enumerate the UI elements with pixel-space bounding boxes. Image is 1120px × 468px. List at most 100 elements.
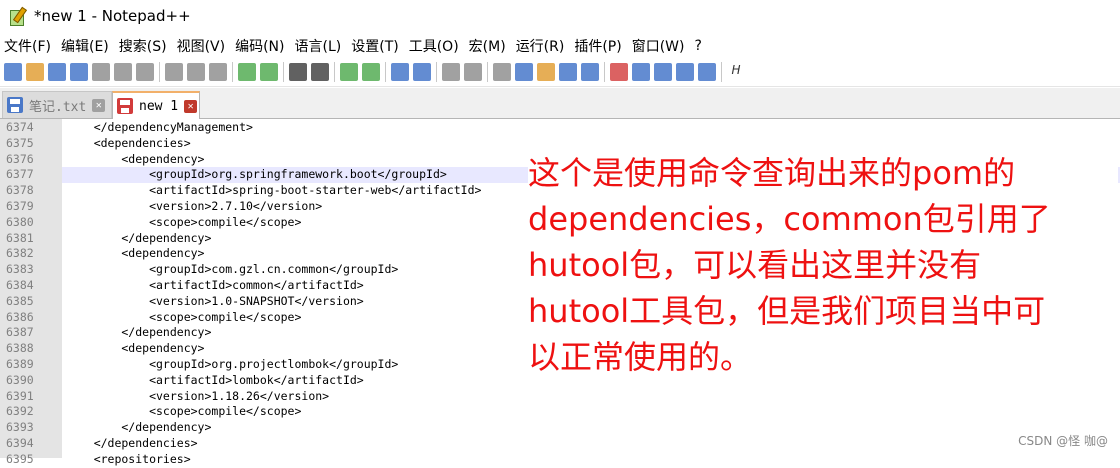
tab-label: 笔记.txt: [29, 99, 87, 115]
tab-label: new 1: [139, 98, 179, 114]
code-text: <version>2.7.10</version>: [66, 199, 323, 213]
line-number: 6382: [6, 246, 34, 261]
tab-bar: 笔记.txt ✕ new 1 ✕: [0, 88, 1120, 119]
redo-icon[interactable]: [260, 63, 278, 81]
annotation-line: hutool包，可以看出这里并没有: [528, 246, 982, 284]
paste-icon[interactable]: [209, 63, 227, 81]
menu-run[interactable]: 运行(R): [516, 36, 565, 56]
folder-workspace-icon[interactable]: [559, 63, 577, 81]
menu-file[interactable]: 文件(F): [4, 36, 51, 56]
menu-macro[interactable]: 宏(M): [469, 36, 506, 56]
find-icon[interactable]: [289, 63, 307, 81]
annotation-line: 以正常使用的。: [528, 338, 753, 376]
spell-check-icon[interactable]: H: [727, 63, 745, 81]
line-number: 6381: [6, 230, 34, 245]
tab-notes[interactable]: 笔记.txt ✕: [2, 91, 112, 118]
code-text: <groupId>org.projectlombok</groupId>: [66, 357, 399, 371]
watermark: CSDN @怪 咖@: [1018, 434, 1108, 448]
record-macro-icon[interactable]: [610, 63, 628, 81]
notepad-plus-plus-icon: [8, 6, 28, 26]
code-line[interactable]: 6391 <version>1.18.26</version>: [0, 389, 1120, 405]
code-line[interactable]: 6374 </dependencyManagement>: [0, 120, 1120, 136]
copy-icon[interactable]: [187, 63, 205, 81]
close-icon[interactable]: ✕: [184, 99, 198, 113]
toolbar-separator: [159, 62, 160, 82]
menu-tools[interactable]: 工具(O): [409, 36, 459, 56]
line-number: 6387: [6, 325, 34, 340]
run-macro-icon[interactable]: [676, 63, 694, 81]
floppy-red-icon: [117, 98, 133, 114]
menu-view[interactable]: 视图(V): [177, 36, 226, 56]
line-number: 6385: [6, 293, 34, 308]
code-text: </dependencies>: [66, 436, 198, 450]
menu-settings[interactable]: 设置(T): [351, 36, 398, 56]
toolbar-separator: [334, 62, 335, 82]
show-all-chars-icon[interactable]: [464, 63, 482, 81]
save-icon[interactable]: [48, 63, 66, 81]
sync-h-icon[interactable]: [413, 63, 431, 81]
toolbar-separator: [604, 62, 605, 82]
line-number: 6379: [6, 199, 34, 213]
code-text: <groupId>org.springframework.boot</group…: [66, 167, 447, 182]
line-number: 6393: [6, 420, 34, 435]
code-line[interactable]: 6395 <repositories>: [0, 452, 1120, 468]
code-text: <repositories>: [66, 451, 191, 466]
code-text: </dependency>: [66, 420, 212, 435]
cut-icon[interactable]: [165, 63, 183, 81]
save-macro-icon[interactable]: [698, 63, 716, 81]
close-icon[interactable]: ✕: [92, 98, 106, 112]
close-all-icon[interactable]: [114, 63, 132, 81]
line-number: 6375: [6, 135, 34, 150]
undo-icon[interactable]: [238, 63, 256, 81]
menu-search[interactable]: 搜索(S): [119, 36, 167, 56]
code-line[interactable]: 6393 </dependency>: [0, 420, 1120, 436]
menu-window[interactable]: 窗口(W): [632, 36, 685, 56]
code-text: </dependency>: [66, 230, 212, 245]
zoom-in-icon[interactable]: [340, 63, 358, 81]
zoom-out-icon[interactable]: [362, 63, 380, 81]
doc-map-icon[interactable]: [515, 63, 533, 81]
open-icon[interactable]: [26, 63, 44, 81]
toolbar-separator: [487, 62, 488, 82]
code-text: </dependency>: [66, 325, 212, 340]
line-number: 6389: [6, 357, 34, 371]
code-text: <artifactId>lombok</artifactId>: [66, 372, 364, 387]
menu-help[interactable]: ?: [695, 38, 702, 54]
title-bar: *new 1 - Notepad++: [0, 0, 1120, 32]
save-all-icon[interactable]: [70, 63, 88, 81]
line-number: 6388: [6, 341, 34, 356]
code-text: <groupId>com.gzl.cn.common</groupId>: [66, 262, 399, 277]
line-number: 6376: [6, 151, 34, 166]
menu-encoding[interactable]: 编码(N): [235, 36, 284, 56]
code-line[interactable]: 6392 <scope>compile</scope>: [0, 404, 1120, 420]
code-text: <dependency>: [66, 246, 205, 261]
toolbar-separator: [721, 62, 722, 82]
code-text: <dependency>: [66, 341, 205, 356]
new-icon[interactable]: [4, 63, 22, 81]
line-number: 6391: [6, 388, 34, 403]
line-number: 6392: [6, 404, 34, 419]
tab-new-1[interactable]: new 1 ✕: [112, 91, 200, 119]
replace-icon[interactable]: [311, 63, 329, 81]
code-text: <artifactId>spring-boot-starter-web</art…: [66, 183, 482, 198]
menu-language[interactable]: 语言(L): [295, 36, 342, 56]
play-macro-icon[interactable]: [654, 63, 672, 81]
code-text: <version>1.0-SNAPSHOT</version>: [66, 293, 364, 308]
stop-macro-icon[interactable]: [632, 63, 650, 81]
menu-plugins[interactable]: 插件(P): [574, 36, 621, 56]
sync-v-icon[interactable]: [391, 63, 409, 81]
code-text: <scope>compile</scope>: [66, 404, 302, 419]
function-list-icon[interactable]: [537, 63, 555, 81]
line-number: 6378: [6, 183, 34, 198]
code-line[interactable]: 6394 </dependencies>: [0, 436, 1120, 452]
code-text: <scope>compile</scope>: [66, 214, 302, 229]
monitor-icon[interactable]: [581, 63, 599, 81]
word-wrap-icon[interactable]: [442, 63, 460, 81]
indent-guide-icon[interactable]: [493, 63, 511, 81]
line-number: 6386: [6, 309, 34, 324]
close-icon[interactable]: [92, 63, 110, 81]
print-icon[interactable]: [136, 63, 154, 81]
annotation-line: 这个是使用命令查询出来的pom的: [528, 154, 1016, 192]
line-number: 6390: [6, 372, 34, 387]
menu-edit[interactable]: 编辑(E): [61, 36, 109, 56]
